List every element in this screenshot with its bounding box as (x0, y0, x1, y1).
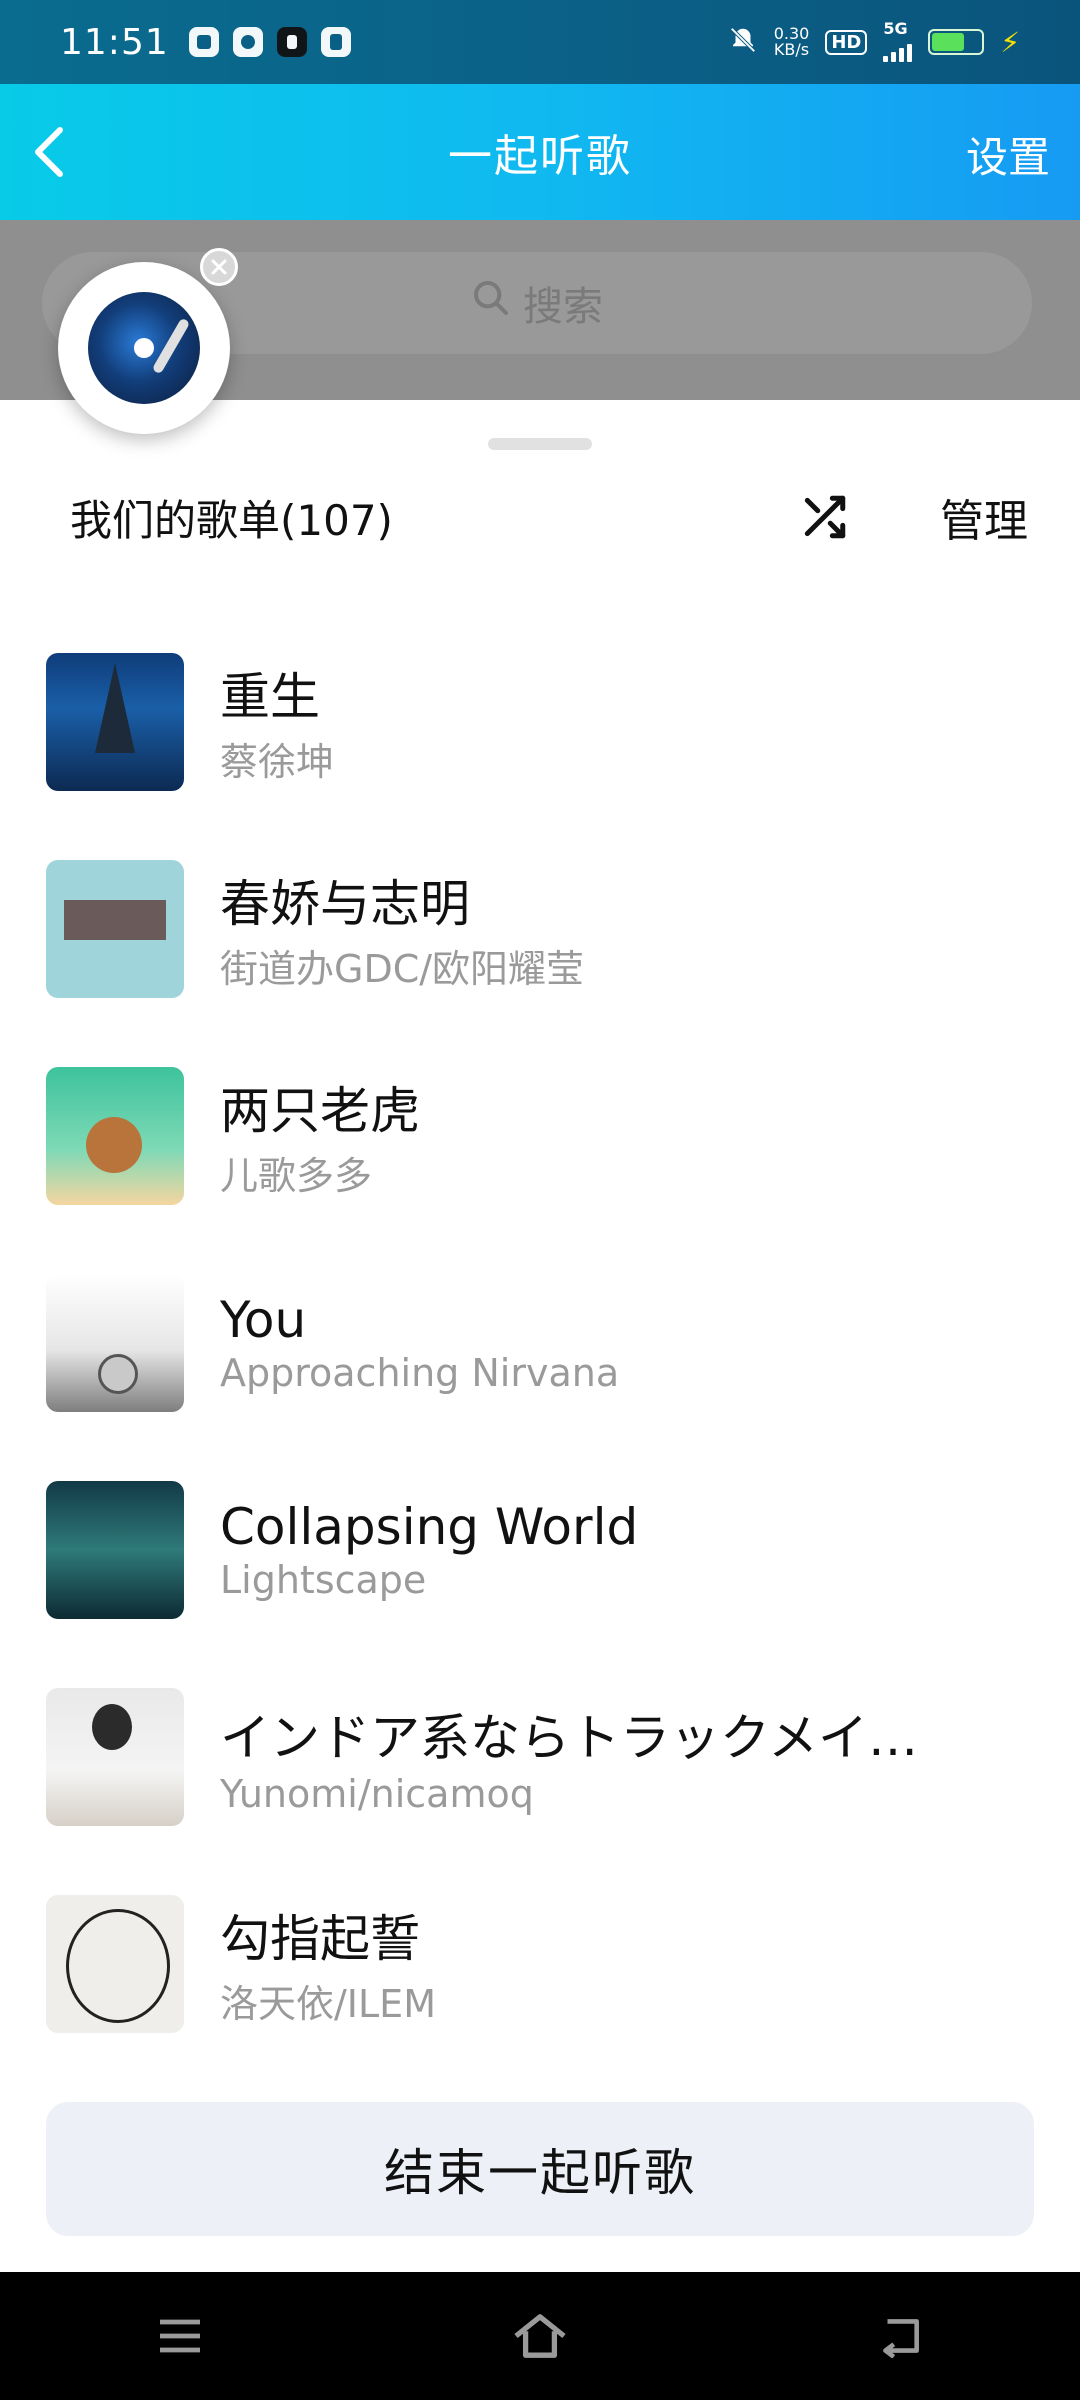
sheet-header: 我们的歌单(107) 管理 (0, 462, 1080, 572)
album-cover (46, 859, 184, 998)
status-time: 11:51 (60, 21, 169, 63)
chevron-left-icon (35, 127, 63, 177)
battery-icon (928, 29, 985, 55)
close-floating-player-button[interactable] (200, 248, 238, 286)
back-button[interactable] (18, 120, 82, 184)
album-cover (46, 1687, 184, 1826)
song-title: 春娇与志明 (220, 875, 470, 933)
song-artist: 街道办GDC/欧阳耀莹 (220, 947, 585, 991)
close-icon (211, 259, 227, 275)
song-artist: Approaching Nirvana (220, 1350, 620, 1395)
net-speed: 0.30 KB/s (774, 26, 810, 58)
song-title: インドア系ならトラックメイカー (220, 1708, 960, 1767)
status-bar: 11:51 0.30 KB/s HD 5G ⚡ (0, 0, 1080, 84)
shuffle-button[interactable] (794, 487, 854, 547)
status-right: 0.30 KB/s HD 5G ⚡ (728, 19, 1020, 62)
back-nav-button[interactable] (860, 2296, 940, 2376)
charging-icon: ⚡ (1000, 25, 1020, 59)
song-title: 两只老虎 (220, 1082, 420, 1140)
search-placeholder: 搜索 (523, 284, 603, 330)
list-item[interactable]: You Approaching Nirvana (0, 1239, 1080, 1446)
mute-bell-icon (728, 25, 758, 59)
album-cover (46, 1480, 184, 1619)
list-item[interactable]: 勾指起誓 洛天依/ILEM (0, 1860, 1080, 2067)
notification-icons (188, 27, 351, 57)
playlist-title: 我们的歌单(107) (70, 495, 393, 545)
tiktok-icon (276, 27, 307, 57)
song-title: Collapsing World (220, 1497, 639, 1556)
playlist-sheet: 我们的歌单(107) 管理 重生 蔡徐坤 春娇与志明 街道办GDC/欧阳耀莹 两… (0, 402, 1080, 2272)
song-list: 重生 蔡徐坤 春娇与志明 街道办GDC/欧阳耀莹 两只老虎 儿歌多多 You A… (0, 618, 1080, 2067)
shuffle-icon (804, 495, 846, 539)
app-bar: 一起听歌 设置 (0, 84, 1080, 220)
song-artist: 洛天依/ILEM (220, 1982, 436, 2026)
page-title: 一起听歌 (448, 131, 632, 182)
system-nav-bar (0, 2272, 1080, 2400)
sheet-grabber[interactable] (488, 438, 592, 450)
manage-button[interactable]: 管理 (940, 485, 1028, 549)
network-type: 5G (883, 19, 908, 38)
settings-button[interactable]: 设置 (966, 124, 1050, 185)
album-cover (46, 1066, 184, 1205)
signal-icon: 5G (883, 19, 913, 62)
album-cover (46, 1894, 184, 2033)
song-title: 勾指起誓 (220, 1910, 420, 1968)
hd-badge: HD (825, 29, 868, 55)
song-artist: 蔡徐坤 (220, 740, 335, 784)
menu-button[interactable] (140, 2296, 220, 2376)
list-item[interactable]: Collapsing World Lightscape (0, 1446, 1080, 1653)
album-disc (88, 292, 200, 404)
song-artist: Lightscape (220, 1557, 427, 1602)
album-cover (46, 1273, 184, 1412)
list-item[interactable]: 春娇与志明 街道办GDC/欧阳耀莹 (0, 825, 1080, 1032)
list-item[interactable]: インドア系ならトラックメイカー Yunomi/nicamoq (0, 1653, 1080, 1860)
home-button[interactable] (500, 2296, 580, 2376)
home-icon (514, 2314, 566, 2358)
song-artist: Yunomi/nicamoq (220, 1771, 534, 1816)
video-app-icon (188, 27, 219, 57)
floating-player-disc[interactable] (58, 262, 230, 434)
speed-icon (232, 27, 263, 57)
tonearm-icon (151, 317, 191, 375)
search-icon (471, 278, 511, 328)
document-icon (320, 27, 351, 57)
song-title: 重生 (220, 668, 320, 726)
song-title: You (220, 1290, 307, 1349)
end-listening-together-button[interactable]: 结束一起听歌 (46, 2102, 1034, 2236)
list-item[interactable]: 重生 蔡徐坤 (0, 618, 1080, 825)
album-cover (46, 652, 184, 791)
menu-icon (160, 2319, 200, 2353)
net-speed-unit: KB/s (773, 40, 810, 59)
return-icon (883, 2319, 919, 2358)
list-item[interactable]: 两只老虎 儿歌多多 (0, 1032, 1080, 1239)
song-artist: 儿歌多多 (220, 1154, 373, 1198)
